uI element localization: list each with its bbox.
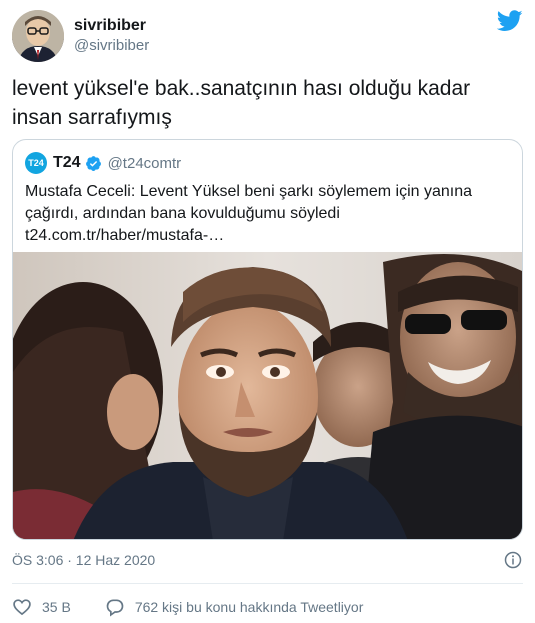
tweet-timestamp[interactable]: ÖS 3:06 · 12 Haz 2020 bbox=[12, 552, 155, 568]
verified-badge-icon bbox=[85, 155, 101, 171]
info-icon[interactable] bbox=[504, 551, 522, 569]
heart-icon[interactable] bbox=[12, 597, 32, 617]
quoted-tweet-text: Mustafa Ceceli: Levent Yüksel beni şarkı… bbox=[25, 183, 473, 244]
like-count[interactable]: 35 B bbox=[42, 599, 71, 615]
divider bbox=[12, 583, 523, 584]
quoted-tweet-header: T24 T24 @t24comtr bbox=[25, 152, 181, 174]
author-handle[interactable]: @sivribiber bbox=[74, 36, 149, 56]
tweet-header: sivribiber @sivribiber bbox=[12, 10, 523, 66]
quoted-avatar[interactable]: T24 bbox=[25, 152, 47, 174]
author-names: sivribiber @sivribiber bbox=[74, 16, 149, 56]
twitter-bird-icon[interactable] bbox=[497, 10, 523, 32]
speech-bubble-icon[interactable] bbox=[105, 597, 125, 617]
avatar-illustration bbox=[12, 10, 64, 62]
quoted-handle[interactable]: @t24comtr bbox=[108, 155, 182, 172]
tweet-actions: 35 B 762 kişi bu konu hakkında Tweetliyo… bbox=[12, 596, 363, 618]
tweet-text: levent yüksel'e bak..sanatçının hası old… bbox=[12, 77, 471, 129]
author-avatar[interactable] bbox=[12, 10, 64, 62]
quoted-tweet-card[interactable]: T24 T24 @t24comtr Mustafa Ceceli: Levent… bbox=[12, 139, 523, 540]
news-photo[interactable] bbox=[13, 252, 523, 540]
conversation-link[interactable]: 762 kişi bu konu hakkında Tweetliyor bbox=[135, 599, 364, 615]
quoted-display-name[interactable]: T24 bbox=[53, 154, 81, 172]
author-display-name[interactable]: sivribiber bbox=[74, 16, 149, 36]
